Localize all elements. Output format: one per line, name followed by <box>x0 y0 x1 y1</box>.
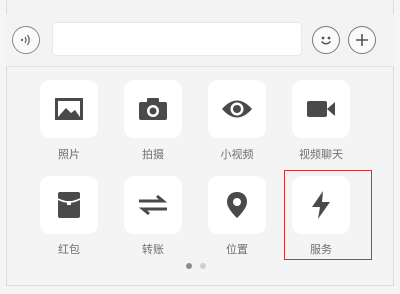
photo-icon <box>55 98 83 120</box>
red-packet-icon <box>57 192 81 218</box>
red-packet-tile[interactable] <box>40 176 98 234</box>
plus-icon <box>356 34 368 46</box>
location-pin-icon <box>227 192 247 218</box>
transfer-arrows-icon <box>138 194 168 216</box>
tile-label-short-video: 小视频 <box>220 148 254 161</box>
tile-label-location: 位置 <box>226 243 248 256</box>
camera-tile[interactable] <box>124 80 182 138</box>
short-video-tile[interactable] <box>208 80 266 138</box>
page-dot-inactive[interactable] <box>200 263 206 269</box>
tile-label-red-packet: 红包 <box>58 243 80 256</box>
eye-icon <box>222 100 252 118</box>
tile-label-video-chat: 视频聊天 <box>299 148 343 161</box>
page-dot-active[interactable] <box>186 263 192 269</box>
smiley-icon <box>320 36 332 45</box>
camera-icon <box>139 98 167 120</box>
message-input[interactable] <box>52 22 302 56</box>
service-highlight-box <box>284 170 372 260</box>
photo-tile[interactable] <box>40 80 98 138</box>
tile-label-photo: 照片 <box>58 148 80 161</box>
voice-button[interactable] <box>12 26 40 54</box>
more-button[interactable] <box>348 26 376 54</box>
tile-label-camera: 拍摄 <box>142 148 164 161</box>
video-camera-icon <box>307 101 335 117</box>
emoji-button[interactable] <box>312 26 340 54</box>
transfer-tile[interactable] <box>124 176 182 234</box>
voice-wave-icon <box>20 34 30 46</box>
location-tile[interactable] <box>208 176 266 234</box>
video-chat-tile[interactable] <box>292 80 350 138</box>
tile-label-transfer: 转账 <box>142 243 164 256</box>
